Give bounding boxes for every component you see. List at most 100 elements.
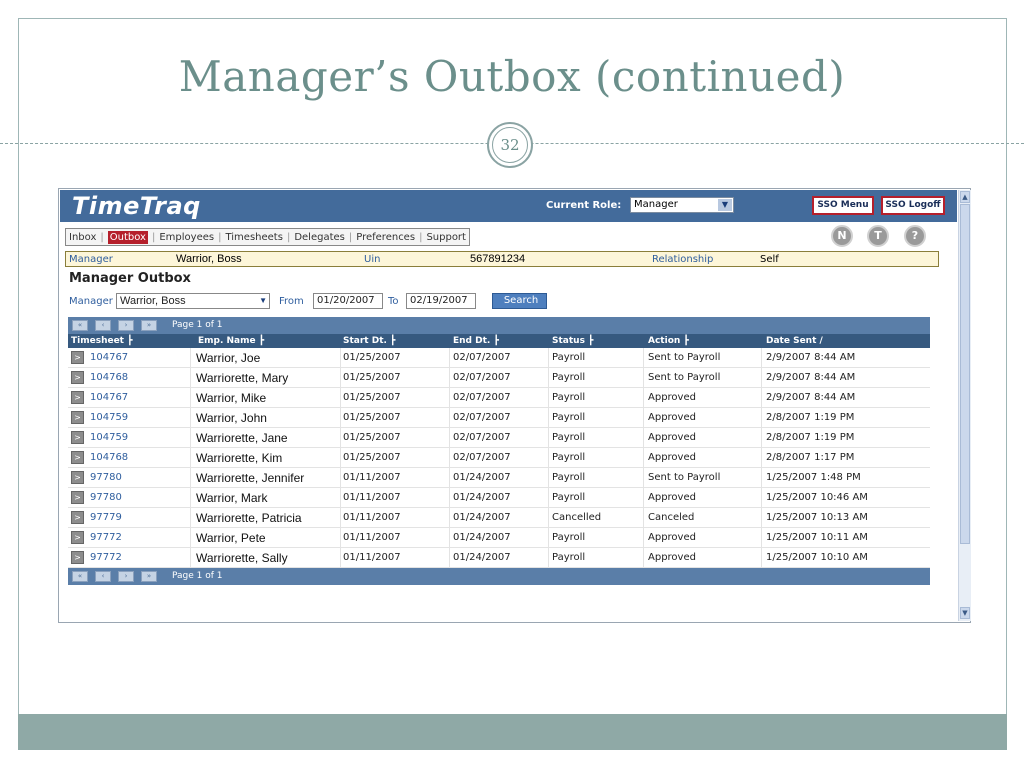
cell-emp-name: Warriorette, Jennifer xyxy=(196,471,305,485)
col-end-date[interactable]: End Dt. ┣ xyxy=(453,336,499,346)
help-icon[interactable]: ? xyxy=(904,225,926,247)
column-divider xyxy=(190,548,191,567)
next-page-icon[interactable]: › xyxy=(118,571,134,582)
scrollbar-thumb[interactable] xyxy=(960,204,970,544)
expand-row-icon[interactable]: > xyxy=(71,491,84,504)
column-divider xyxy=(449,548,450,567)
cell-timesheet[interactable]: 97779 xyxy=(90,512,122,523)
col-action[interactable]: Action ┣ xyxy=(648,336,689,346)
column-divider xyxy=(190,468,191,487)
manager-select[interactable]: Warrior, Boss ▼ xyxy=(116,293,270,309)
nav-separator: | xyxy=(286,231,291,243)
from-date-input[interactable]: 01/20/2007 xyxy=(313,293,383,309)
cell-status: Payroll xyxy=(552,352,586,363)
cell-timesheet[interactable]: 104768 xyxy=(90,372,128,383)
slide-frame-top xyxy=(18,18,1007,19)
col-emp-name[interactable]: Emp. Name ┣ xyxy=(198,336,264,346)
scroll-up-icon[interactable]: ▲ xyxy=(960,191,970,203)
first-page-icon[interactable]: « xyxy=(72,320,88,331)
col-timesheet[interactable]: Timesheet ┣ xyxy=(71,336,133,346)
nav-separator: | xyxy=(348,231,353,243)
column-divider xyxy=(643,408,644,427)
tab-employees[interactable]: Employees xyxy=(159,232,214,243)
column-divider xyxy=(548,408,549,427)
main-nav: Inbox | Outbox | Employees | Timesheets | De… xyxy=(65,228,470,246)
cell-timesheet[interactable]: 104768 xyxy=(90,452,128,463)
cell-date-sent: 1/25/2007 10:46 AM xyxy=(766,492,868,503)
cell-start-date: 01/11/2007 xyxy=(343,552,401,563)
column-divider xyxy=(190,388,191,407)
sso-menu-button[interactable]: SSO Menu xyxy=(812,196,874,215)
expand-row-icon[interactable]: > xyxy=(71,511,84,524)
cell-timesheet[interactable]: 104767 xyxy=(90,352,128,363)
column-divider xyxy=(548,428,549,447)
column-divider xyxy=(340,348,341,367)
expand-row-icon[interactable]: > xyxy=(71,391,84,404)
column-divider xyxy=(761,508,762,527)
column-divider xyxy=(761,428,762,447)
last-page-icon[interactable]: » xyxy=(141,571,157,582)
cell-status: Payroll xyxy=(552,432,586,443)
scroll-down-icon[interactable]: ▼ xyxy=(960,607,970,619)
page-title: Manager Outbox xyxy=(69,271,191,286)
cell-action: Approved xyxy=(648,392,696,403)
tab-delegates[interactable]: Delegates xyxy=(294,232,345,243)
cell-timesheet[interactable]: 104759 xyxy=(90,432,128,443)
cell-timesheet[interactable]: 104759 xyxy=(90,412,128,423)
tab-inbox[interactable]: Inbox xyxy=(69,232,96,243)
next-page-icon[interactable]: › xyxy=(118,320,134,331)
cell-date-sent: 1/25/2007 10:13 AM xyxy=(766,512,868,523)
cell-start-date: 01/25/2007 xyxy=(343,372,401,383)
tab-timesheets[interactable]: Timesheets xyxy=(225,232,282,243)
cell-timesheet[interactable]: 97772 xyxy=(90,552,122,563)
expand-row-icon[interactable]: > xyxy=(71,551,84,564)
expand-row-icon[interactable]: > xyxy=(71,531,84,544)
search-button[interactable]: Search xyxy=(492,293,547,309)
prev-page-icon[interactable]: ‹ xyxy=(95,571,111,582)
expand-row-icon[interactable]: > xyxy=(71,451,84,464)
column-divider xyxy=(548,528,549,547)
expand-row-icon[interactable]: > xyxy=(71,471,84,484)
expand-row-icon[interactable]: > xyxy=(71,431,84,444)
table-row: >97780 Warrior, Mark 01/11/2007 01/24/2007 P… xyxy=(68,488,930,508)
nav-separator: | xyxy=(100,231,104,243)
cell-emp-name: Warrior, Mark xyxy=(196,491,268,505)
notifications-icon[interactable]: N xyxy=(831,225,853,247)
vertical-scrollbar[interactable]: ▲ ▼ xyxy=(958,190,971,621)
timesheet-icon[interactable]: T xyxy=(867,225,889,247)
slide-frame-left xyxy=(18,18,19,714)
tab-support[interactable]: Support xyxy=(426,232,466,243)
cell-action: Approved xyxy=(648,492,696,503)
first-page-icon[interactable]: « xyxy=(72,571,88,582)
cell-status: Payroll xyxy=(552,472,586,483)
cell-end-date: 02/07/2007 xyxy=(453,352,511,363)
col-status[interactable]: Status ┣ xyxy=(552,336,593,346)
col-start-date[interactable]: Start Dt. ┣ xyxy=(343,336,395,346)
cell-timesheet[interactable]: 104767 xyxy=(90,392,128,403)
cell-timesheet[interactable]: 97780 xyxy=(90,492,122,503)
cell-action: Canceled xyxy=(648,512,695,523)
col-date-sent[interactable]: Date Sent / xyxy=(766,336,823,346)
tab-outbox[interactable]: Outbox xyxy=(107,230,148,244)
expand-row-icon[interactable]: > xyxy=(71,351,84,364)
cell-timesheet[interactable]: 97780 xyxy=(90,472,122,483)
cell-start-date: 01/25/2007 xyxy=(343,412,401,423)
column-divider xyxy=(548,348,549,367)
expand-row-icon[interactable]: > xyxy=(71,411,84,424)
prev-page-icon[interactable]: ‹ xyxy=(95,320,111,331)
column-divider xyxy=(340,368,341,387)
last-page-icon[interactable]: » xyxy=(141,320,157,331)
current-role-select[interactable]: Manager ▼ xyxy=(630,197,734,213)
table-body: >104767 Warrior, Joe 01/25/2007 02/07/2007 P… xyxy=(68,348,930,568)
cell-start-date: 01/11/2007 xyxy=(343,492,401,503)
sso-logoff-button[interactable]: SSO Logoff xyxy=(881,196,945,215)
tab-preferences[interactable]: Preferences xyxy=(356,232,415,243)
filter-to-label: To xyxy=(388,296,399,307)
to-date-input[interactable]: 02/19/2007 xyxy=(406,293,476,309)
expand-row-icon[interactable]: > xyxy=(71,371,84,384)
table-row: >104768 Warriorette, Kim 01/25/2007 02/07/2… xyxy=(68,448,930,468)
cell-emp-name: Warriorette, Sally xyxy=(196,551,288,565)
timetraq-logo: TimeTraq xyxy=(72,192,201,220)
column-divider xyxy=(761,388,762,407)
cell-timesheet[interactable]: 97772 xyxy=(90,532,122,543)
